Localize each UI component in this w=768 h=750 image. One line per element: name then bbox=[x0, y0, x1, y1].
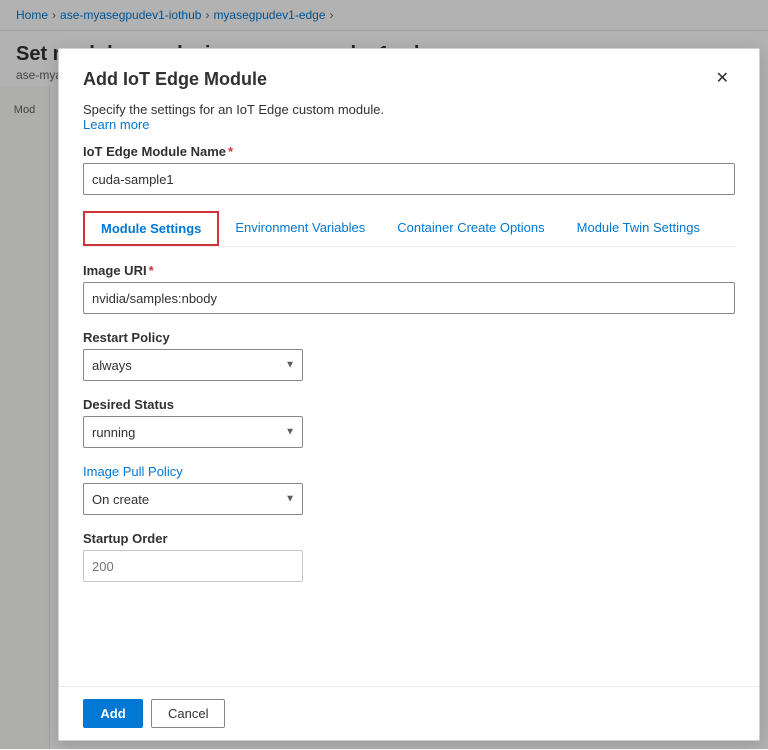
startup-order-label: Startup Order bbox=[83, 531, 735, 546]
tab-module-settings[interactable]: Module Settings bbox=[83, 211, 219, 246]
tab-module-twin-settings[interactable]: Module Twin Settings bbox=[561, 212, 716, 245]
startup-order-field: Startup Order bbox=[83, 531, 735, 582]
image-uri-field: Image URI* bbox=[83, 263, 735, 314]
startup-order-input[interactable] bbox=[83, 550, 303, 582]
add-iot-edge-module-dialog: Add IoT Edge Module ✕ Specify the settin… bbox=[58, 48, 760, 741]
restart-policy-select[interactable]: always on-failure on-unhealthy never bbox=[83, 349, 303, 381]
image-pull-policy-wrapper: On create Never ▼ bbox=[83, 483, 303, 515]
image-pull-policy-field: Image Pull Policy On create Never ▼ bbox=[83, 464, 735, 515]
module-name-field: IoT Edge Module Name* bbox=[83, 144, 735, 195]
tab-environment-variables[interactable]: Environment Variables bbox=[219, 212, 381, 245]
learn-more-link[interactable]: Learn more bbox=[83, 117, 149, 132]
dialog-description: Specify the settings for an IoT Edge cus… bbox=[59, 102, 759, 144]
desired-status-field: Desired Status running stopped ▼ bbox=[83, 397, 735, 448]
desired-status-label: Desired Status bbox=[83, 397, 735, 412]
dialog-body: IoT Edge Module Name* Module Settings En… bbox=[59, 144, 759, 686]
image-uri-label: Image URI* bbox=[83, 263, 735, 278]
restart-policy-wrapper: always on-failure on-unhealthy never ▼ bbox=[83, 349, 303, 381]
desired-status-wrapper: running stopped ▼ bbox=[83, 416, 303, 448]
module-name-input[interactable] bbox=[83, 163, 735, 195]
tab-bar: Module Settings Environment Variables Co… bbox=[83, 211, 735, 247]
dialog-close-button[interactable]: ✕ bbox=[710, 69, 735, 89]
module-name-label: IoT Edge Module Name* bbox=[83, 144, 735, 159]
image-pull-policy-select[interactable]: On create Never bbox=[83, 483, 303, 515]
dialog-header: Add IoT Edge Module ✕ bbox=[59, 49, 759, 102]
restart-policy-label: Restart Policy bbox=[83, 330, 735, 345]
dialog-footer: Add Cancel bbox=[59, 686, 759, 740]
dialog-title: Add IoT Edge Module bbox=[83, 69, 267, 90]
image-uri-input[interactable] bbox=[83, 282, 735, 314]
restart-policy-field: Restart Policy always on-failure on-unhe… bbox=[83, 330, 735, 381]
image-pull-policy-label: Image Pull Policy bbox=[83, 464, 735, 479]
add-button[interactable]: Add bbox=[83, 699, 143, 728]
desired-status-select[interactable]: running stopped bbox=[83, 416, 303, 448]
tab-container-create-options[interactable]: Container Create Options bbox=[381, 212, 560, 245]
cancel-button[interactable]: Cancel bbox=[151, 699, 225, 728]
